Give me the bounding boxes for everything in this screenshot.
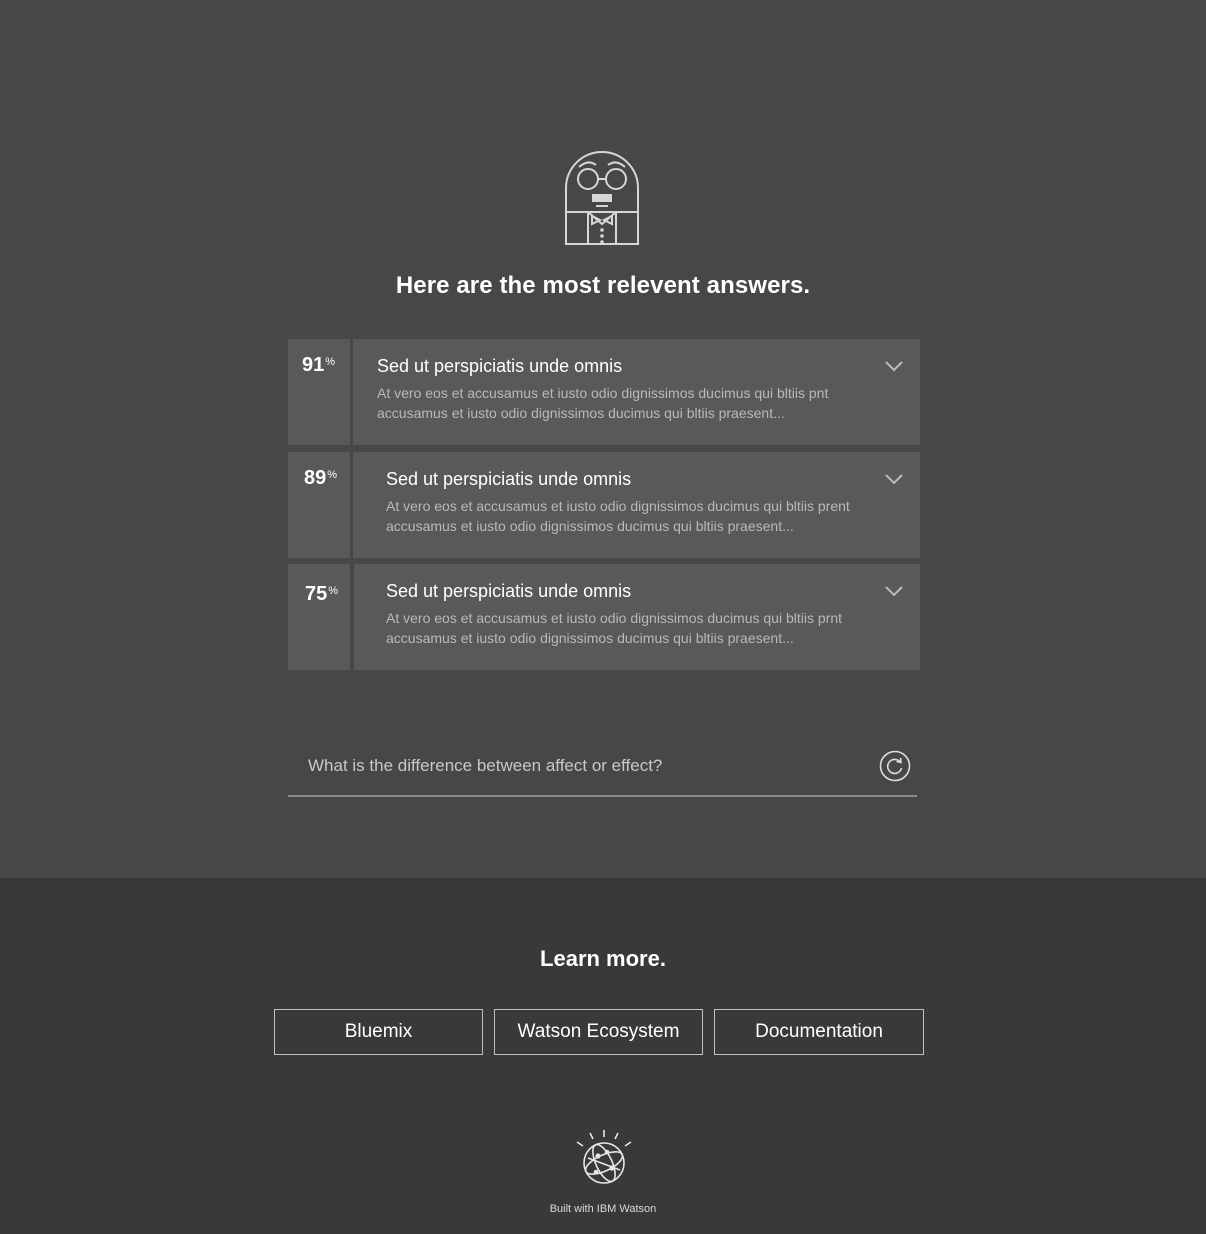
chevron-down-icon[interactable] (884, 359, 904, 373)
score-value: 75% (305, 583, 339, 605)
built-with-watson-text: Built with IBM Watson (549, 1203, 657, 1215)
answer-snippet: At vero eos et accusamus et iusto odio d… (386, 498, 850, 534)
ibm-watson-logo-icon (576, 1130, 632, 1184)
refresh-icon[interactable] (879, 750, 911, 782)
learn-more-heading: Learn more. (540, 946, 666, 971)
answer-title: Sed ut perspiciatis unde omnis (386, 581, 632, 601)
question-input[interactable]: What is the difference between affect or… (288, 746, 917, 797)
bluemix-button[interactable]: Bluemix (274, 1009, 483, 1055)
score-value: 89% (304, 467, 338, 489)
documentation-button[interactable]: Documentation (714, 1009, 924, 1055)
chevron-down-icon[interactable] (884, 584, 904, 598)
answer-content[interactable]: Sed ut perspiciatis unde omnis At vero e… (354, 564, 920, 670)
robot-butler-icon (565, 151, 639, 245)
answer-title: Sed ut perspiciatis unde omnis (386, 469, 632, 489)
confidence-score: 75% (288, 564, 350, 670)
chevron-down-icon[interactable] (884, 472, 904, 486)
answer-snippet: At vero eos et accusamus et iusto odio d… (386, 610, 842, 646)
answer-title: Sed ut perspiciatis unde omnis (377, 356, 623, 376)
answer-card[interactable]: 89% Sed ut perspiciatis unde omnis At ve… (288, 452, 920, 558)
confidence-score: 89% (288, 452, 350, 558)
answer-snippet: At vero eos et accusamus et iusto odio d… (377, 385, 829, 421)
score-value: 91% (302, 354, 336, 376)
confidence-score: 91% (288, 339, 350, 445)
answer-content[interactable]: Sed ut perspiciatis unde omnis At vero e… (353, 339, 920, 445)
page-title: Here are the most relevent answers. (395, 272, 811, 299)
answer-card[interactable]: 91% Sed ut perspiciatis unde omnis At ve… (288, 339, 920, 445)
answer-content[interactable]: Sed ut perspiciatis unde omnis At vero e… (353, 452, 920, 558)
question-text[interactable]: What is the difference between affect or… (308, 756, 662, 776)
watson-ecosystem-button[interactable]: Watson Ecosystem (494, 1009, 703, 1055)
answer-card[interactable]: 75% Sed ut perspiciatis unde omnis At ve… (288, 564, 920, 670)
